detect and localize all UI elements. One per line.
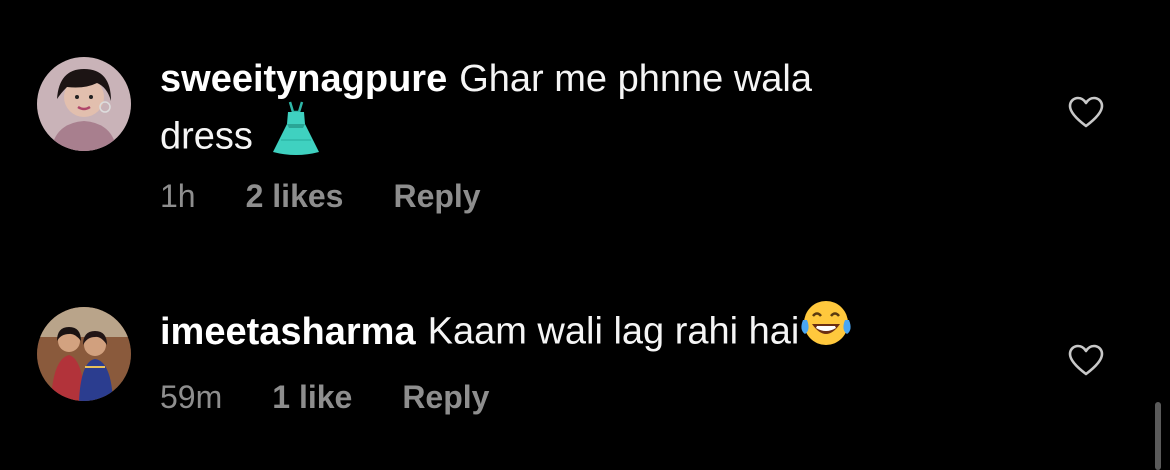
scrollbar[interactable] [1155,402,1161,470]
comment-time: 59m [160,378,223,415]
like-heart-icon[interactable] [1068,96,1104,128]
comment-body: Ghar me phnne wala [459,58,812,100]
comment-meta: 1h 2 likes Reply [160,176,481,216]
reply-button[interactable]: Reply [393,178,480,215]
comment-text: sweeitynagpure Ghar me phnne wala dress [160,54,1030,173]
comment-time: 1h [160,177,196,214]
dress-emoji [271,100,321,169]
comment-body: Kaam wali lag rahi hai [427,310,800,353]
comment-item: imeetasharma Kaam wali lag rahi hai 59m 1… [0,240,1170,470]
comment-body-continued: dress [160,115,253,158]
comment-likes[interactable]: 1 like [272,379,352,416]
comment-username[interactable]: imeetasharma [160,311,416,353]
comment-username[interactable]: sweeitynagpure [160,58,447,100]
comment-item: sweeitynagpure Ghar me phnne wala dress 1… [0,0,1170,240]
avatar[interactable] [37,57,131,151]
comment-likes[interactable]: 2 likes [246,178,344,215]
like-heart-icon[interactable] [1068,344,1104,376]
tears-of-joy-emoji [799,298,853,361]
comments-screen: sweeitynagpure Ghar me phnne wala dress 1… [0,0,1170,470]
reply-button[interactable]: Reply [402,379,489,416]
avatar-image [37,307,131,401]
avatar[interactable] [37,307,131,401]
comment-meta: 59m 1 like Reply [160,377,489,417]
avatar-image [37,57,131,151]
comment-text: imeetasharma Kaam wali lag rahi hai [160,301,1030,365]
